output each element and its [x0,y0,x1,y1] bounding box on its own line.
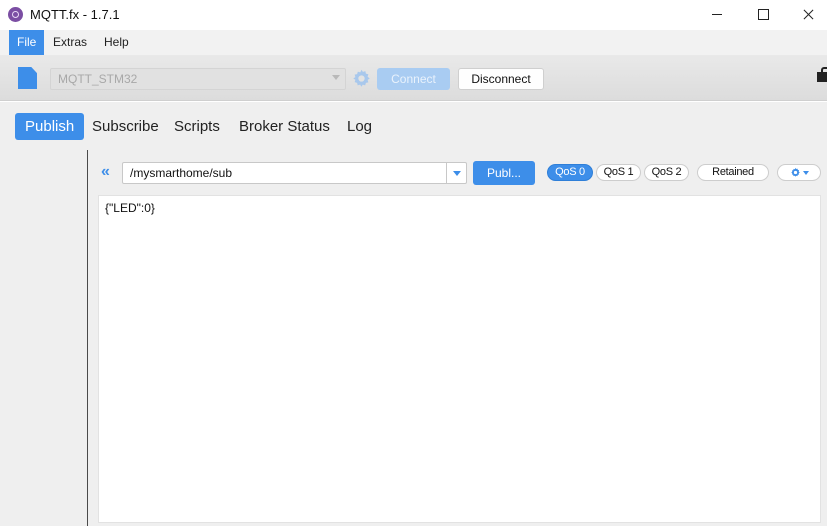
tab-subscribe[interactable]: Subscribe [82,113,169,140]
window-title: MQTT.fx - 1.7.1 [30,7,120,22]
retained-toggle[interactable]: Retained [697,164,769,181]
connect-button[interactable]: Connect [377,68,450,90]
tab-broker-status[interactable]: Broker Status [229,113,340,140]
gear-icon [791,167,800,177]
app-logo-icon [8,7,23,22]
history-panel [0,150,87,526]
gear-icon[interactable] [351,68,372,89]
lock-icon [817,67,827,82]
main-tabs: Publish Subscribe Scripts Broker Status … [0,102,827,150]
title-bar: MQTT.fx - 1.7.1 [0,0,827,30]
menu-bar: File Extras Help [0,30,827,55]
qos1-button[interactable]: QoS 1 [596,164,641,181]
maximize-button[interactable] [740,0,786,30]
edit-profiles-icon[interactable] [18,67,37,89]
connection-profile-select[interactable]: MQTT_STM32 [50,68,346,90]
chevron-down-icon [803,171,809,175]
connection-toolbar: MQTT_STM32 Connect Disconnect [0,55,827,101]
chevron-down-icon[interactable] [332,75,340,80]
tab-scripts[interactable]: Scripts [164,113,230,140]
topic-divider [446,163,447,183]
menu-help[interactable]: Help [96,30,137,55]
publish-button[interactable]: Publ... [473,161,535,185]
minimize-button[interactable] [694,0,740,30]
disconnect-button[interactable]: Disconnect [458,68,544,90]
menu-extras[interactable]: Extras [45,30,95,55]
publish-options-button[interactable] [777,164,821,181]
chevron-down-icon[interactable] [453,171,461,176]
tab-publish[interactable]: Publish [15,113,85,140]
payload-text: {"LED":0} [105,201,155,215]
qos0-button[interactable]: QoS 0 [547,164,593,181]
payload-editor[interactable]: {"LED":0} [98,195,821,523]
connection-profile-value: MQTT_STM32 [58,72,138,86]
qos2-button[interactable]: QoS 2 [644,164,689,181]
tab-log[interactable]: Log [337,113,382,140]
topic-input[interactable] [123,163,445,183]
collapse-panel-icon[interactable]: « [101,164,115,180]
close-window-button[interactable] [786,0,827,30]
menu-file[interactable]: File [9,30,45,55]
topic-combobox[interactable] [122,162,467,184]
